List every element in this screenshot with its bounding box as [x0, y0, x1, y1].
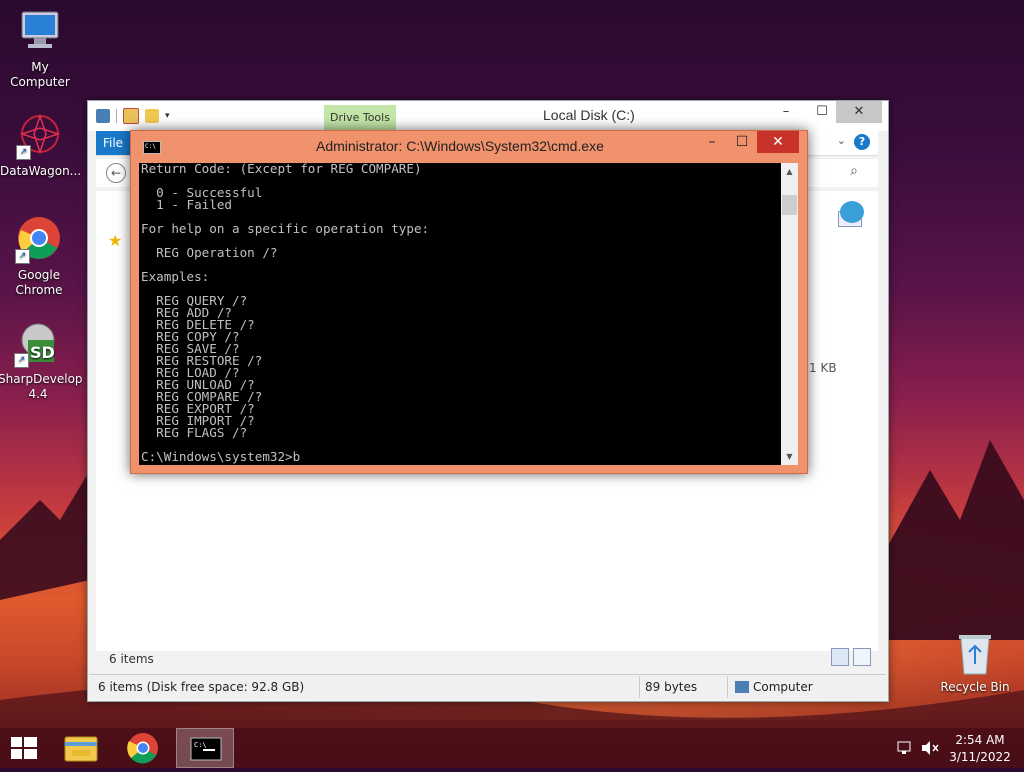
scroll-down-arrow-icon[interactable]: ▼ — [781, 448, 798, 465]
expand-ribbon-icon[interactable]: ⌄ — [837, 134, 846, 147]
clock-time[interactable]: 2:54 AM — [945, 733, 1015, 747]
cmd-scrollbar[interactable]: ▲ ▼ — [781, 163, 798, 465]
cmd-line: REG FLAGS /? — [141, 425, 248, 440]
cmd-line — [141, 259, 781, 271]
svg-text:SD: SD — [30, 343, 55, 362]
taskbar: C:\ 2:54 AM 3/11/2022 — [0, 728, 1024, 768]
cmd-icon: C:\ — [143, 141, 161, 154]
svg-text:C:\: C:\ — [194, 741, 207, 749]
cmd-line: 1 - Failed — [141, 197, 232, 212]
shortcut-arrow-icon: ↗ — [14, 353, 29, 368]
status-disk-space: 6 items (Disk free space: 92.8 GB) — [98, 680, 305, 694]
computer-icon — [16, 8, 64, 56]
shortcut-arrow-icon: ↗ — [16, 145, 31, 160]
desktop-icon-sharpdevelop[interactable]: SD ↗ SharpDevelop 4.4 — [0, 320, 83, 402]
back-arrow-icon[interactable]: ← — [106, 163, 126, 183]
window-title: Local Disk (C:) — [543, 107, 635, 123]
cmd-icon: C:\ — [190, 737, 222, 761]
file-tab[interactable]: File — [96, 131, 130, 155]
file-explorer-icon — [64, 736, 98, 762]
close-button[interactable]: ✕ — [757, 131, 799, 153]
explorer-title-bar[interactable]: ▾ Drive Tools Local Disk (C:) – ☐ ✕ — [88, 101, 888, 131]
cmd-line: 0 - Successful — [141, 185, 263, 200]
shell-icon — [840, 201, 864, 223]
divider — [639, 676, 640, 698]
desktop-icon-label: Google Chrome — [15, 268, 63, 297]
quick-access-toolbar: ▾ — [96, 108, 170, 124]
properties-icon[interactable] — [96, 109, 110, 123]
chrome-icon: ↗ — [15, 216, 63, 264]
status-location: Computer — [753, 680, 813, 694]
desktop-icon-my-computer[interactable]: My Computer — [0, 8, 80, 90]
favorites-star-icon[interactable]: ★ — [108, 231, 122, 250]
desktop-icon-label: My Computer — [10, 60, 70, 89]
divider — [727, 676, 728, 698]
desktop-icon-label: SharpDevelop 4.4 — [0, 372, 83, 401]
cmd-title: Administrator: C:\Windows\System32\cmd.e… — [316, 138, 604, 154]
desktop-icon-recycle-bin[interactable]: Recycle Bin — [935, 632, 1015, 695]
cmd-console-output[interactable]: Return Code: (Except for REG COMPARE) 0 … — [139, 163, 781, 465]
new-document-icon[interactable] — [123, 108, 139, 124]
datawagon-icon: ↗ — [16, 112, 64, 160]
status-bar: 6 items (Disk free space: 92.8 GB) 89 by… — [89, 674, 886, 699]
windows-logo-icon — [11, 737, 37, 759]
taskbar-file-explorer[interactable] — [52, 728, 110, 768]
recycle-bin-icon — [955, 632, 995, 676]
taskbar-chrome[interactable] — [114, 728, 172, 768]
minimize-button[interactable]: – — [770, 101, 802, 123]
chrome-icon — [127, 733, 158, 764]
cmd-line: REG QUERY /? — [141, 293, 248, 308]
desktop-icon-label: DataWagon... — [0, 164, 82, 178]
clock-date[interactable]: 3/11/2022 — [945, 750, 1015, 764]
scroll-up-arrow-icon[interactable]: ▲ — [781, 163, 798, 180]
status-size: 89 bytes — [645, 680, 698, 694]
taskbar-cmd[interactable]: C:\ — [176, 728, 234, 768]
volume-muted-icon[interactable] — [920, 740, 940, 756]
maximize-button[interactable]: ☐ — [806, 101, 838, 123]
start-button[interactable] — [0, 728, 48, 768]
cmd-line: Examples: — [141, 269, 210, 284]
minimize-button[interactable]: – — [697, 131, 727, 153]
cmd-line: For help on a specific operation type: — [141, 221, 430, 236]
desktop-icon-google-chrome[interactable]: ↗ Google Chrome — [0, 216, 79, 298]
items-count: 6 items — [109, 652, 154, 666]
computer-icon — [735, 681, 749, 693]
help-button[interactable]: ? — [854, 134, 870, 150]
shortcut-arrow-icon: ↗ — [15, 249, 30, 264]
sharpdevelop-icon: SD ↗ — [14, 320, 62, 368]
details-view-icon[interactable] — [831, 648, 849, 666]
desktop-icon-datawagon[interactable]: ↗ DataWagon... — [0, 112, 82, 179]
drive-tools-tab[interactable]: Drive Tools — [324, 105, 396, 131]
view-buttons — [831, 648, 871, 666]
network-icon[interactable] — [896, 740, 914, 756]
search-icon[interactable]: ⌕ — [850, 163, 858, 179]
new-folder-icon[interactable] — [145, 109, 159, 123]
cmd-line: REG Operation /? — [141, 245, 278, 260]
cmd-title-bar[interactable]: C:\ Administrator: C:\Windows\System32\c… — [131, 131, 807, 163]
large-icons-view-icon[interactable] — [853, 648, 871, 666]
file-size-cell: 1 KB — [809, 361, 837, 375]
cmd-line: C:\Windows\system32>b — [141, 449, 301, 464]
desktop-icon-label: Recycle Bin — [940, 680, 1010, 694]
cmd-line: Return Code: (Except for REG COMPARE) — [141, 163, 422, 176]
cmd-window[interactable]: C:\ Administrator: C:\Windows\System32\c… — [130, 130, 808, 474]
cmd-lines: Return Code: (Except for REG COMPARE) 0 … — [139, 163, 781, 463]
divider — [116, 109, 117, 123]
close-button[interactable]: ✕ — [836, 101, 882, 123]
scroll-thumb[interactable] — [782, 195, 797, 215]
maximize-button[interactable]: ☐ — [727, 131, 757, 153]
customize-toolbar-icon[interactable]: ▾ — [165, 111, 170, 121]
